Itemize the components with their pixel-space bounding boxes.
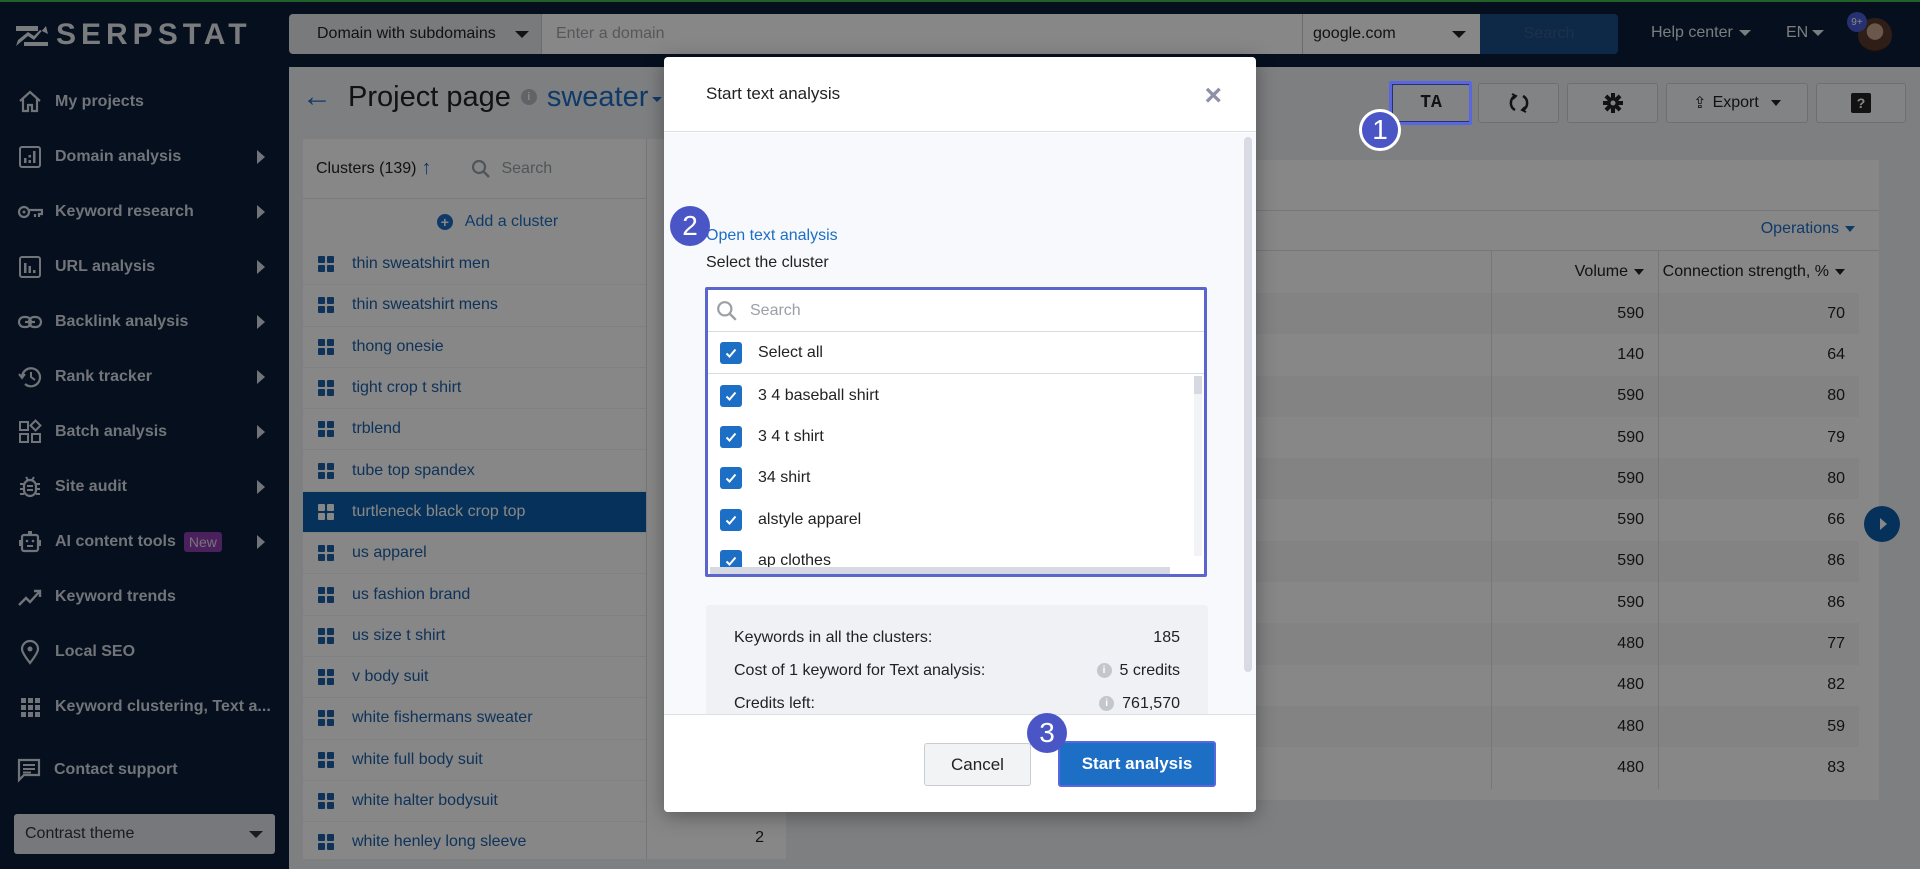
modal-footer: Cancel Start analysis <box>664 714 1256 812</box>
options-horizontal-scrollbar[interactable] <box>710 567 1170 574</box>
cluster-option-label: alstyle apparel <box>758 510 862 528</box>
cluster-multiselect: Search Select all 3 4 baseball shirt 3 4 … <box>705 287 1207 577</box>
cluster-option-label: 34 shirt <box>758 469 811 487</box>
step-marker-1: 1 <box>1359 109 1401 151</box>
close-icon[interactable]: × <box>1204 79 1222 113</box>
info-icon[interactable]: i <box>1099 696 1115 711</box>
step-marker-2: 2 <box>670 206 710 246</box>
step-marker-3: 3 <box>1027 713 1067 753</box>
stat-label: Cost of 1 keyword for Text analysis: <box>734 661 986 679</box>
cluster-option-label: 3 4 baseball shirt <box>758 386 879 404</box>
search-icon <box>717 300 737 321</box>
checkbox-checked-icon <box>720 425 742 448</box>
select-all-checkbox[interactable]: Select all <box>708 332 1204 374</box>
cluster-option-checkbox[interactable]: 3 4 t shirt <box>708 416 1204 457</box>
options-scrollbar[interactable] <box>1194 376 1202 556</box>
checkbox-checked-icon <box>720 341 742 364</box>
stat-keywords: Keywords in all the clusters: 185 <box>734 621 1180 654</box>
stat-value: 185 <box>1153 628 1180 646</box>
info-icon[interactable]: i <box>1096 663 1112 678</box>
stat-value: 761,570 <box>1122 694 1180 712</box>
start-text-analysis-modal: Start text analysis × Open text analysis… <box>664 57 1256 812</box>
start-analysis-button[interactable]: Start analysis <box>1058 741 1216 787</box>
cluster-option-checkbox[interactable]: 34 shirt <box>708 458 1204 499</box>
open-text-analysis-link[interactable]: Open text analysis <box>706 227 838 245</box>
ta-button-highlight <box>1389 81 1472 125</box>
modal-body: Open text analysis Select the cluster Se… <box>664 133 1256 775</box>
stat-label: Credits left: <box>734 694 815 712</box>
select-all-label: Select all <box>758 343 823 361</box>
stat-label: Keywords in all the clusters: <box>734 628 933 646</box>
checkbox-checked-icon <box>720 467 742 490</box>
modal-title: Start text analysis <box>706 84 841 103</box>
select-cluster-label: Select the cluster <box>706 254 829 271</box>
checkbox-checked-icon <box>720 384 742 407</box>
cluster-option-checkbox[interactable]: alstyle apparel <box>708 499 1204 540</box>
checkbox-checked-icon <box>720 508 742 531</box>
modal-header: Start text analysis × <box>664 57 1256 132</box>
cluster-option-checkbox[interactable]: 3 4 baseball shirt <box>708 375 1204 416</box>
cluster-search-input[interactable]: Search <box>708 290 1204 332</box>
cancel-button[interactable]: Cancel <box>924 743 1031 786</box>
cluster-options: 3 4 baseball shirt 3 4 t shirt 34 shirt als… <box>708 375 1204 575</box>
stat-cost: Cost of 1 keyword for Text analysis: i 5 … <box>734 654 1180 687</box>
modal-scrollbar[interactable] <box>1244 137 1252 672</box>
stat-value: 5 credits <box>1119 661 1180 679</box>
cluster-option-label: 3 4 t shirt <box>758 427 824 445</box>
cluster-search-placeholder: Search <box>750 301 801 319</box>
